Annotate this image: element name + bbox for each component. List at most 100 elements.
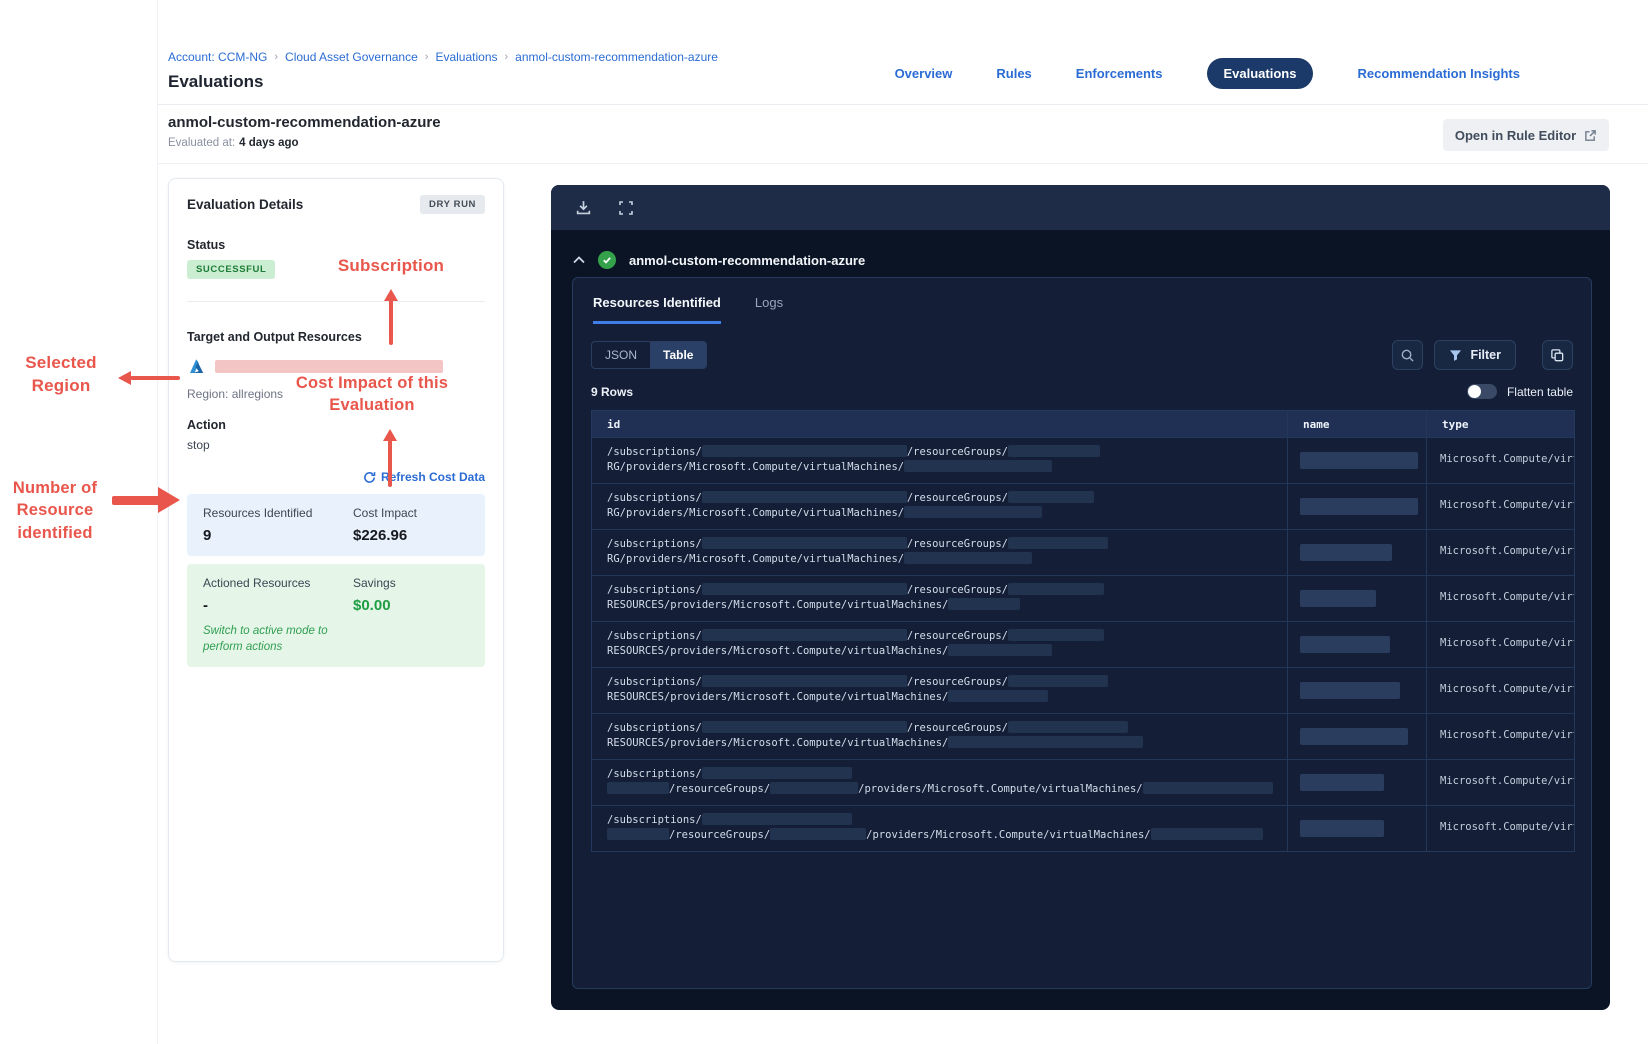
cell-name bbox=[1287, 484, 1426, 529]
column-header-type: type bbox=[1426, 411, 1574, 437]
card-divider bbox=[187, 301, 485, 302]
actioned-stats-box: Actioned Resources - Savings $0.00 Switc… bbox=[187, 564, 485, 668]
evaluated-at-label: Evaluated at: bbox=[168, 137, 236, 149]
redacted-value bbox=[1007, 583, 1104, 595]
table-row[interactable]: /subscriptions//resourceGroups/RESOURCES… bbox=[592, 575, 1574, 621]
external-link-icon bbox=[1585, 129, 1597, 141]
breadcrumb-current[interactable]: anmol-custom-recommendation-azure bbox=[515, 50, 718, 64]
redacted-value bbox=[701, 445, 907, 457]
open-rule-editor-button[interactable]: Open in Rule Editor bbox=[1443, 119, 1609, 151]
redacted-value bbox=[1300, 636, 1390, 653]
subscription-arrow-shaft bbox=[389, 300, 393, 345]
breadcrumb-account[interactable]: Account: CCM-NG bbox=[168, 50, 267, 64]
filter-button[interactable]: Filter bbox=[1434, 340, 1516, 370]
redacted-value bbox=[904, 460, 1053, 472]
savings-value: $0.00 bbox=[353, 597, 391, 614]
sidebar-divider bbox=[157, 0, 158, 1044]
table-row[interactable]: /subscriptions//resourceGroups//provider… bbox=[592, 759, 1574, 805]
redacted-value bbox=[607, 828, 669, 840]
cell-type: Microsoft.Compute/virtu bbox=[1426, 576, 1574, 621]
table-row[interactable]: /subscriptions//resourceGroups/RESOURCES… bbox=[592, 713, 1574, 759]
cell-id: /subscriptions//resourceGroups/RG/provid… bbox=[592, 530, 1287, 575]
cell-id: /subscriptions//resourceGroups/RESOURCES… bbox=[592, 668, 1287, 713]
redacted-value bbox=[701, 721, 907, 733]
table-row[interactable]: /subscriptions//resourceGroups/RG/provid… bbox=[592, 483, 1574, 529]
table-row[interactable]: /subscriptions//resourceGroups/RESOURCES… bbox=[592, 621, 1574, 667]
redacted-value bbox=[607, 782, 669, 794]
cell-name bbox=[1287, 438, 1426, 483]
fullscreen-icon bbox=[619, 200, 633, 215]
view-toggle-table[interactable]: Table bbox=[650, 342, 707, 368]
tab-resources-identified[interactable]: Resources Identified bbox=[593, 295, 721, 324]
filter-label: Filter bbox=[1470, 348, 1501, 362]
redacted-value bbox=[701, 537, 907, 549]
redacted-value bbox=[701, 813, 852, 825]
column-header-id: id bbox=[607, 417, 621, 431]
download-button[interactable] bbox=[575, 199, 592, 216]
action-value: stop bbox=[187, 438, 210, 452]
results-table-head: id name type bbox=[592, 411, 1574, 437]
redacted-value bbox=[701, 675, 907, 687]
annotation-subscription: Subscription bbox=[337, 256, 445, 275]
collapse-button[interactable] bbox=[573, 256, 585, 264]
redacted-value bbox=[1007, 629, 1104, 641]
cell-name bbox=[1287, 576, 1426, 621]
redacted-value bbox=[701, 583, 907, 595]
annotation-resource-count: Number of Resource identified bbox=[12, 479, 98, 542]
annotation-selected-region: Selected Region bbox=[25, 353, 97, 395]
redacted-value bbox=[1150, 828, 1263, 840]
panel-toolbar bbox=[551, 185, 1610, 230]
search-button[interactable] bbox=[1392, 340, 1424, 370]
resource-count-arrow-head bbox=[158, 487, 180, 513]
nav-recommendation-insights[interactable]: Recommendation Insights bbox=[1357, 66, 1520, 81]
redacted-value bbox=[948, 690, 1049, 702]
results-card: Resources Identified Logs JSON Table Fil… bbox=[572, 277, 1592, 989]
redacted-value bbox=[770, 828, 867, 840]
table-row[interactable]: /subscriptions//resourceGroups/RG/provid… bbox=[592, 529, 1574, 575]
tab-logs[interactable]: Logs bbox=[755, 295, 783, 324]
cell-type: Microsoft.Compute/virtu bbox=[1426, 484, 1574, 529]
evaluated-at: Evaluated at: 4 days ago bbox=[168, 137, 299, 149]
selected-region-arrow-shaft bbox=[130, 376, 180, 380]
annotation-cost-impact: Cost Impact of this Evaluation bbox=[295, 374, 449, 415]
cell-id: /subscriptions//resourceGroups/RG/provid… bbox=[592, 484, 1287, 529]
table-row[interactable]: /subscriptions//resourceGroups//provider… bbox=[592, 805, 1574, 851]
redacted-value bbox=[948, 644, 1053, 656]
breadcrumb-cloud-asset-governance[interactable]: Cloud Asset Governance bbox=[285, 50, 418, 64]
success-check-icon bbox=[598, 251, 616, 269]
nav-evaluations[interactable]: Evaluations bbox=[1206, 58, 1314, 89]
cell-type: Microsoft.Compute/virtu bbox=[1426, 530, 1574, 575]
search-icon bbox=[1402, 349, 1415, 362]
rows-count: 9 Rows bbox=[591, 384, 634, 399]
subheader-divider bbox=[158, 163, 1648, 164]
redacted-value bbox=[1300, 452, 1418, 469]
refresh-cost-data-link[interactable]: Refresh Cost Data bbox=[363, 470, 485, 484]
redacted-value bbox=[1300, 544, 1392, 561]
results-table: id name type /subscriptions//resourceGroup… bbox=[591, 410, 1575, 852]
cost-impact-arrow-shaft bbox=[388, 440, 392, 487]
breadcrumb-evaluations[interactable]: Evaluations bbox=[435, 50, 497, 64]
refresh-icon bbox=[364, 471, 376, 483]
redacted-value bbox=[948, 736, 1144, 748]
flatten-table-toggle[interactable] bbox=[1466, 384, 1497, 399]
redacted-value bbox=[770, 782, 859, 794]
table-row[interactable]: /subscriptions//resourceGroups/RG/provid… bbox=[592, 437, 1574, 483]
fullscreen-button[interactable] bbox=[618, 200, 634, 216]
flatten-table-label: Flatten table bbox=[1506, 384, 1573, 399]
nav-overview[interactable]: Overview bbox=[895, 66, 953, 81]
table-row[interactable]: /subscriptions//resourceGroups/RESOURCES… bbox=[592, 667, 1574, 713]
nav-rules[interactable]: Rules bbox=[996, 66, 1031, 81]
cell-name bbox=[1287, 668, 1426, 713]
nav-enforcements[interactable]: Enforcements bbox=[1076, 66, 1163, 81]
redacted-value bbox=[1300, 498, 1418, 515]
azure-icon bbox=[190, 359, 204, 373]
redacted-value bbox=[1007, 445, 1100, 457]
identified-stats-box: Resources Identified 9 Cost Impact $226.… bbox=[187, 494, 485, 556]
redacted-value bbox=[1007, 491, 1094, 503]
view-toggle-json[interactable]: JSON bbox=[592, 342, 650, 368]
redacted-value bbox=[701, 767, 852, 779]
active-mode-note: Switch to active mode to perform actions bbox=[203, 625, 328, 654]
cell-type: Microsoft.Compute/virtu bbox=[1426, 438, 1574, 483]
copy-button[interactable] bbox=[1542, 340, 1573, 370]
redacted-value bbox=[701, 491, 907, 503]
